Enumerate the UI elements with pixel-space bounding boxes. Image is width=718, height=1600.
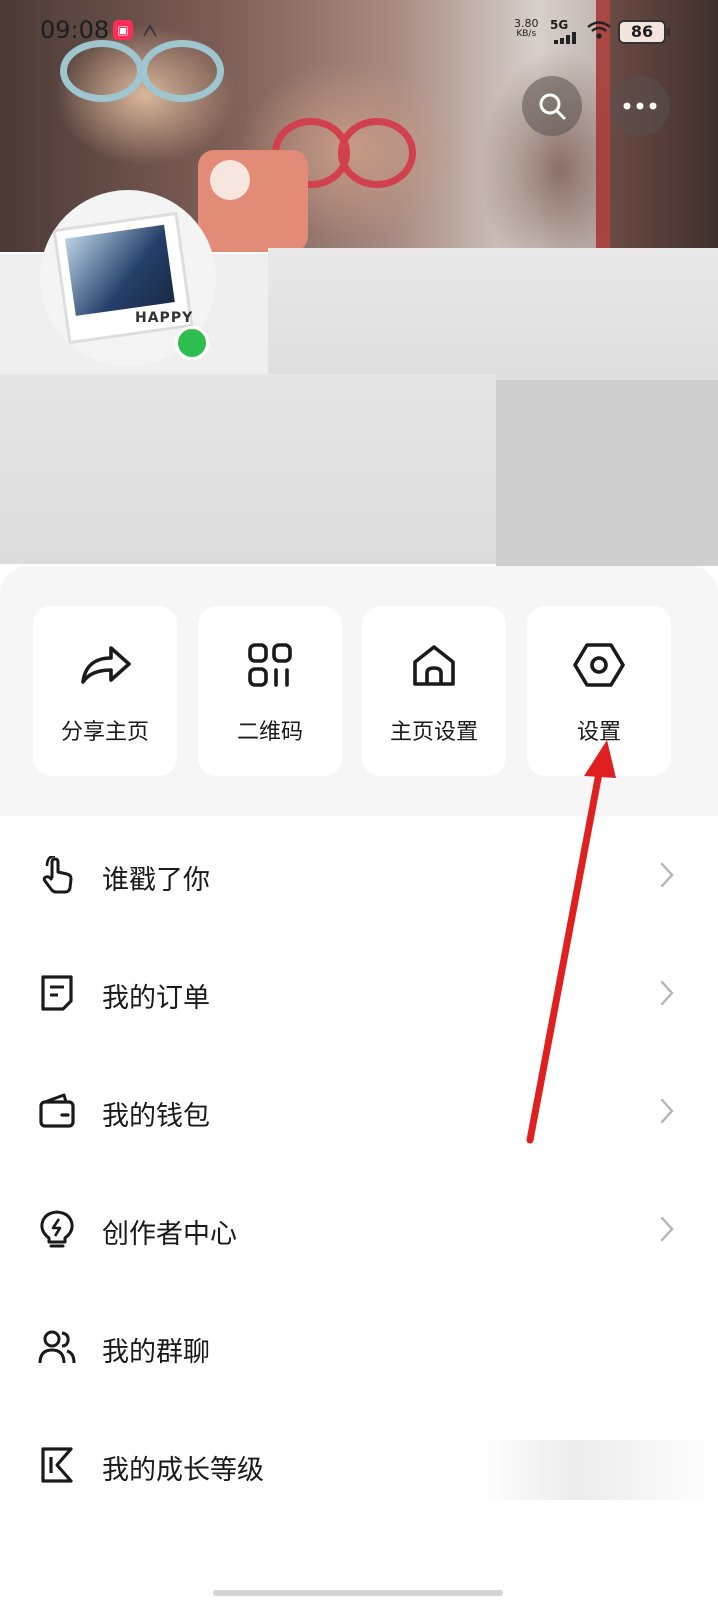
menu-item-my-wallet[interactable]: 我的钱包 [0,1052,718,1170]
qr-code-label: 二维码 [236,720,303,745]
lightbulb-icon [40,1210,74,1248]
search-button[interactable] [522,76,582,136]
settings-button[interactable]: 设置 [527,606,671,776]
settings-label: 设置 [576,720,621,745]
share-profile-button[interactable]: 分享主页 [33,606,177,776]
more-horizontal-icon [623,102,657,110]
chevron-right-icon [660,862,674,888]
avatar-photo [64,224,175,316]
cover-red-glasses-right [338,118,416,188]
search-icon [539,93,566,120]
blurred-profile-stats [496,380,718,566]
wifi-icon [587,21,611,39]
group-users-icon [38,1330,76,1364]
order-document-icon [41,975,73,1011]
menu-item-label: 我的订单 [102,983,210,1014]
quick-actions: 分享主页 二维码 主页设置 设置 [33,606,685,776]
notification-app-icon: ▣ [113,20,133,40]
signal-icon [554,32,576,44]
network-speed: 3.80 KB/s [514,18,539,40]
home-icon [413,645,455,686]
homepage-settings-label: 主页设置 [389,720,478,745]
menu-item-creator-center[interactable]: 创作者中心 [0,1170,718,1288]
menu-item-my-group-chats[interactable]: 我的群聊 [0,1288,718,1406]
avatar-sticker-text: HAPPY [135,310,194,326]
notification-small-icon [143,24,157,37]
k-level-icon [41,1447,73,1483]
share-arrow-icon [81,646,131,684]
status-bar: 09:08 ▣ 3.80 KB/s 5G 86 [0,12,718,52]
network-speed-unit: KB/s [516,29,537,39]
battery-indicator: 86 [618,20,670,44]
chevron-right-icon [660,980,674,1006]
network-type: 5G [550,18,569,32]
online-status-dot [175,326,209,360]
chevron-right-icon [660,1098,674,1124]
menu-item-label: 我的群聊 [102,1337,210,1368]
qr-code-icon [248,643,292,687]
status-time: 09:08 [40,16,110,44]
menu-item-label: 谁戳了你 [102,865,210,896]
menu-item-label: 我的成长等级 [102,1455,264,1486]
cover-phone-sticker [210,160,250,200]
menu-item-who-poked-you[interactable]: 谁戳了你 [0,816,718,934]
blurred-level-info [480,1440,718,1500]
share-profile-label: 分享主页 [60,720,149,745]
qr-code-button[interactable]: 二维码 [198,606,342,776]
chevron-right-icon [660,1216,674,1242]
settings-hexagon-icon [573,643,625,687]
more-button[interactable] [610,76,670,136]
menu-item-label: 创作者中心 [102,1219,237,1250]
tap-hand-icon [42,856,73,894]
network-speed-value: 3.80 [514,17,539,30]
menu-item-label: 我的钱包 [102,1101,210,1132]
menu-item-my-orders[interactable]: 我的订单 [0,934,718,1052]
wallet-icon [39,1093,75,1128]
homepage-settings-button[interactable]: 主页设置 [362,606,506,776]
blurred-profile-info [268,248,718,380]
home-indicator [213,1590,503,1596]
blurred-profile-bio [0,374,496,564]
